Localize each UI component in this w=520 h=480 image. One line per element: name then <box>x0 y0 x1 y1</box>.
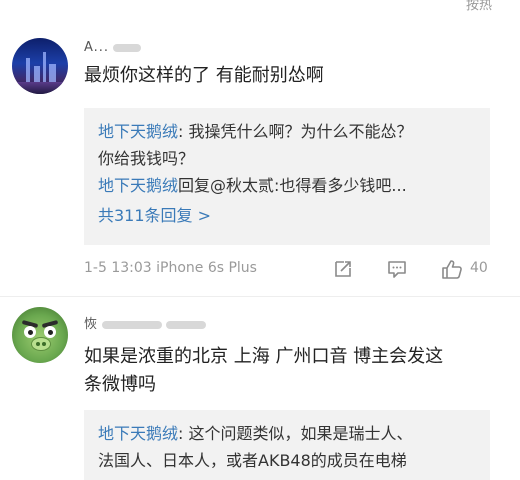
reply-line: 地下天鹅绒回复@秋太贰:也得看多少钱吧... <box>98 172 476 199</box>
username[interactable]: 恢 <box>84 313 207 332</box>
username[interactable]: A... <box>84 40 142 55</box>
reply-box[interactable]: 地下天鹅绒: 这个问题类似，如果是瑞士人、 法国人、日本人，或者AKB48的成员… <box>84 410 490 480</box>
top-right-clipped-text[interactable]: 按热 <box>466 0 492 13</box>
username-text[interactable]: A... <box>84 40 109 55</box>
reply-author-link[interactable]: 地下天鹅绒 <box>98 122 178 141</box>
reply-box[interactable]: 地下天鹅绒: 我操凭什么啊？为什么不能怂？ 你给我钱吗？ 地下天鹅绒回复@秋太贰… <box>84 108 490 245</box>
comment-text-line: 条微博吗 <box>84 374 156 395</box>
like-icon[interactable] <box>440 258 462 280</box>
comment-footer: 1-5 13:03 iPhone 6s Plus 40 <box>84 258 494 282</box>
avatar[interactable] <box>12 38 68 94</box>
like-count: 40 <box>470 260 488 276</box>
reply-line: 地下天鹅绒: 我操凭什么啊？为什么不能怂？ <box>98 118 476 145</box>
divider <box>0 296 520 297</box>
share-icon[interactable] <box>332 258 354 280</box>
username-text[interactable]: 恢 <box>84 317 98 332</box>
reply-text: 你给我钱吗？ <box>98 149 195 168</box>
more-replies-link[interactable]: 共311条回复 > <box>98 199 476 233</box>
reply-author-link[interactable]: 地下天鹅绒 <box>98 424 178 443</box>
comment-text-line: 如果是浓重的北京 上海 广州口音 博主会发这 <box>84 346 444 367</box>
reply-line: 地下天鹅绒: 这个问题类似，如果是瑞士人、 <box>98 420 476 447</box>
reply-text: : 这个问题类似，如果是瑞士人、 <box>178 424 413 443</box>
reply-line: 你给我钱吗？ <box>98 145 476 172</box>
comment-icon[interactable] <box>386 258 408 280</box>
reply-author-link[interactable]: 地下天鹅绒 <box>98 176 178 195</box>
timestamp-device: 1-5 13:03 iPhone 6s Plus <box>84 260 257 276</box>
comment-text: 最烦你这样的了 有能耐别怂啊 <box>84 65 324 86</box>
avatar[interactable] <box>12 307 68 363</box>
reply-text: 法国人、日本人，或者AKB48的成员在电梯 <box>98 451 407 470</box>
reply-text: : 我操凭什么啊？为什么不能怂？ <box>178 122 413 141</box>
reply-line: 法国人、日本人，或者AKB48的成员在电梯 <box>98 447 476 474</box>
reply-text: 回复@秋太贰:也得看多少钱吧... <box>178 176 407 195</box>
sort-label[interactable]: 按热 <box>466 0 492 13</box>
